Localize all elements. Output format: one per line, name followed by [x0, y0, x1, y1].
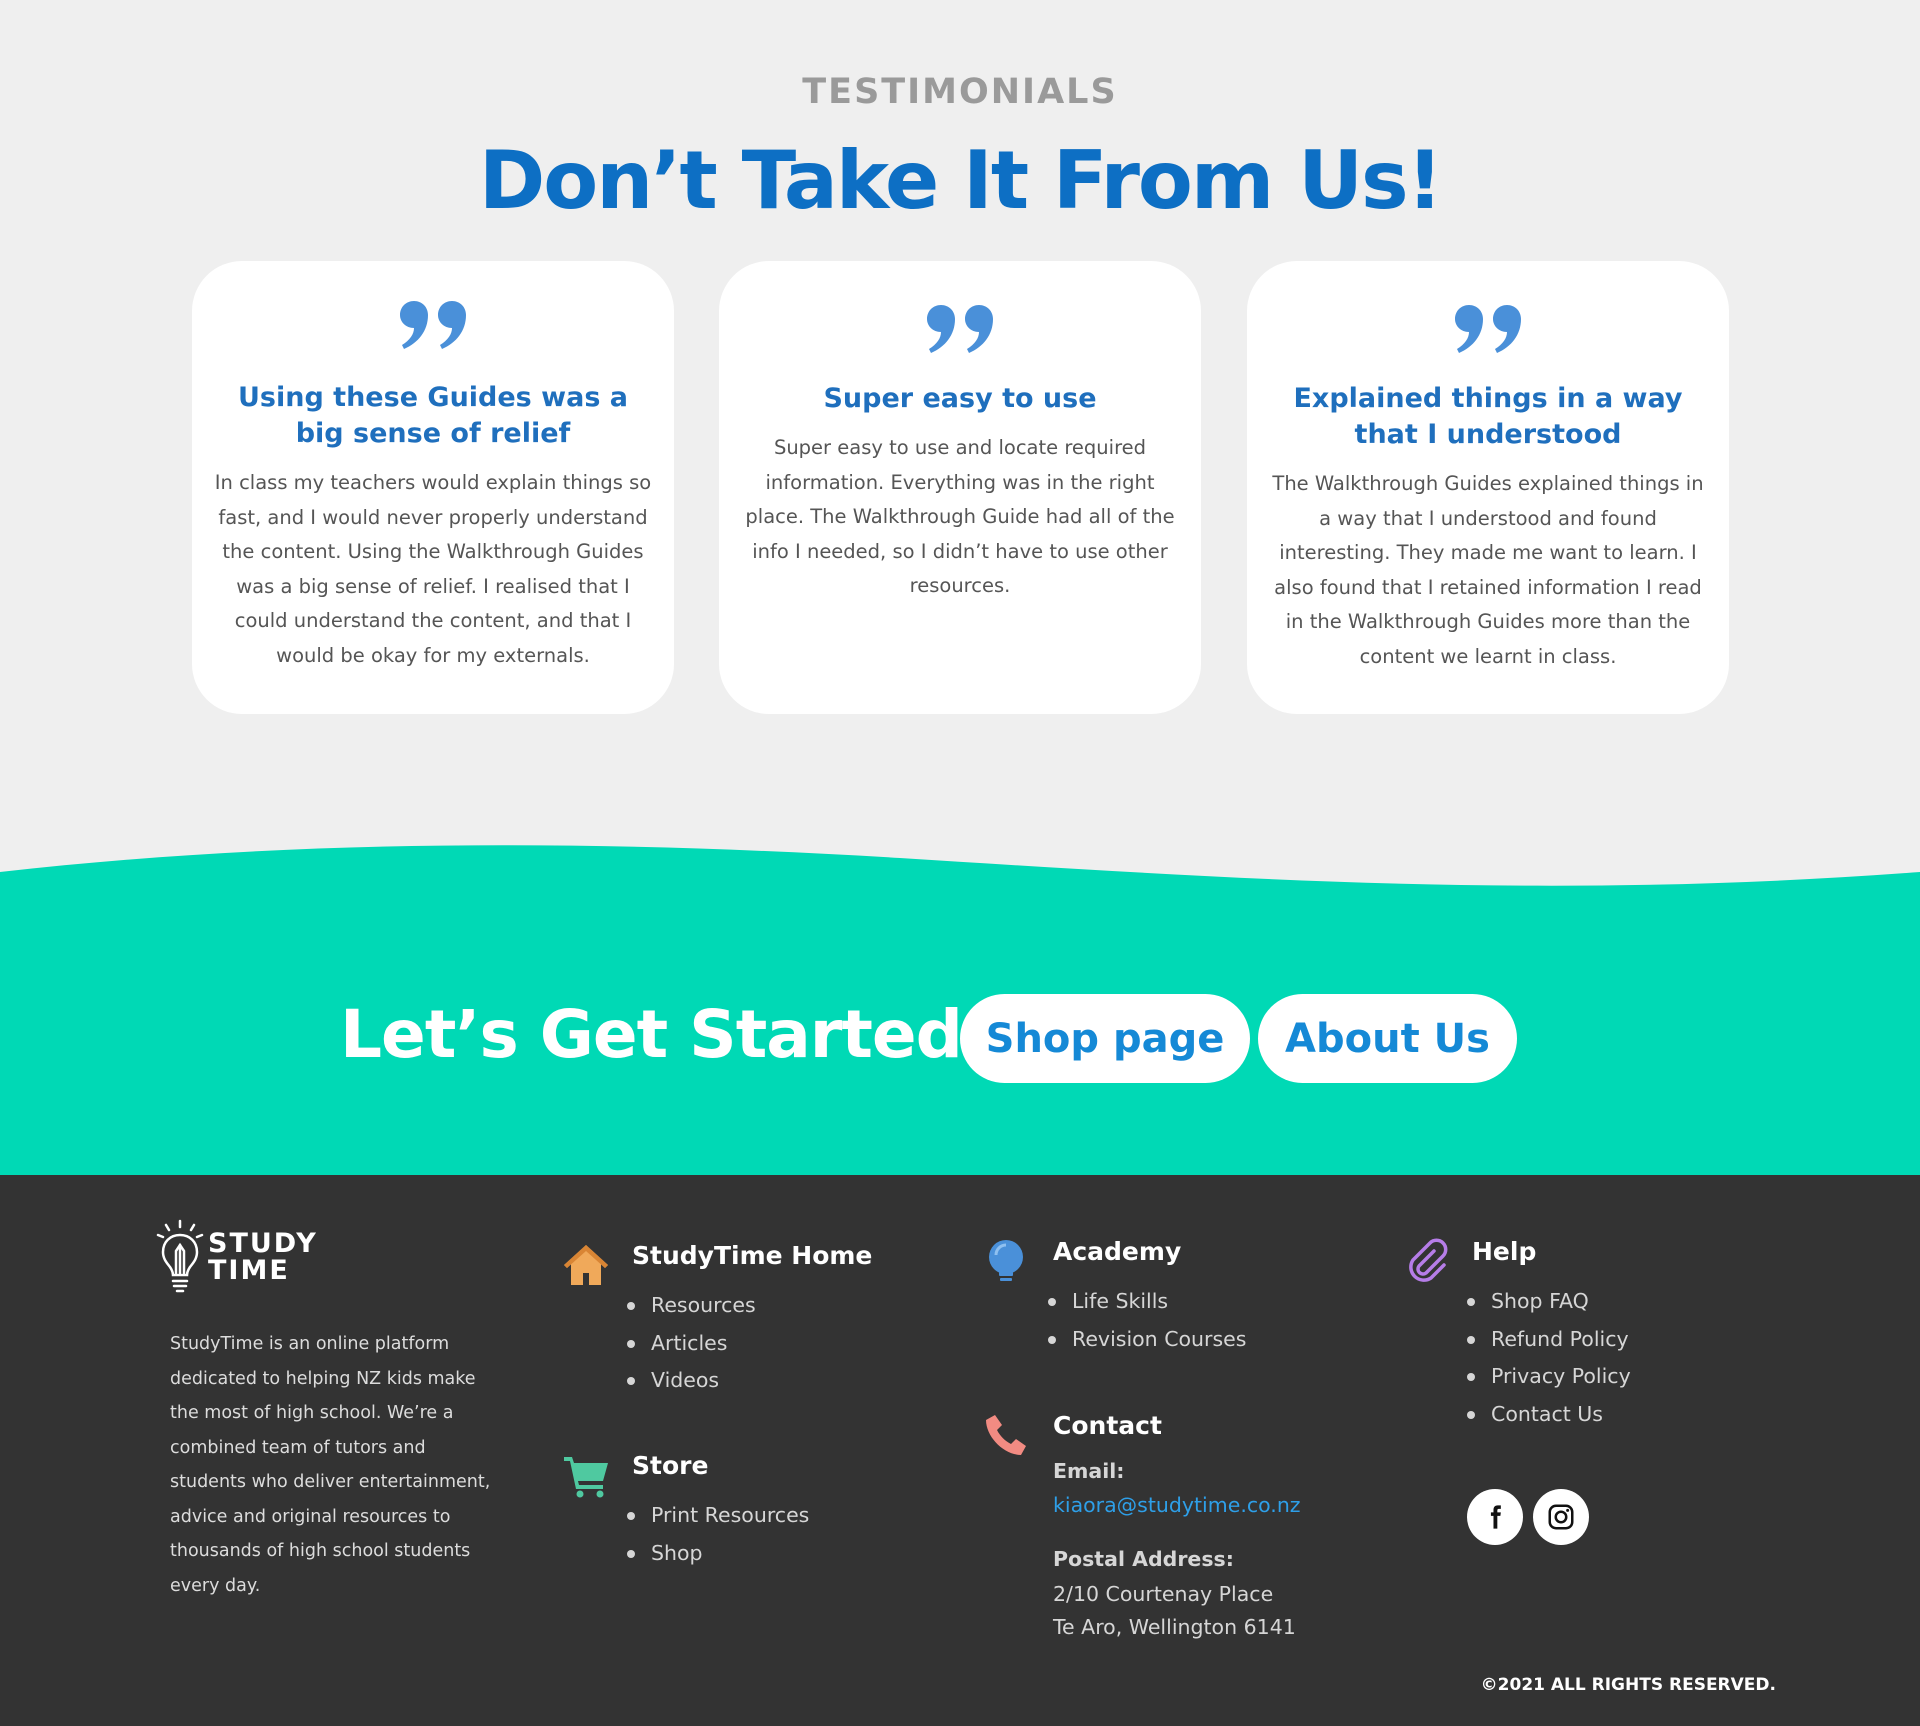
footer-link-contact-us[interactable]: Contact Us	[1467, 1396, 1631, 1434]
about-us-button[interactable]: About Us	[1258, 994, 1517, 1083]
quote-icon	[400, 301, 466, 349]
testimonial-title: Super easy to use	[823, 383, 1097, 414]
logo-line2: TIME	[208, 1255, 290, 1286]
cta-section: Let’s Get Started! Shop page About Us	[0, 900, 1920, 1175]
logo-wordmark: STUDY TIME	[208, 1230, 318, 1284]
help-title: Help	[1472, 1237, 1537, 1266]
testimonial-title: Using these Guides was a big sense of re…	[237, 382, 629, 449]
studytime-logo[interactable]: STUDY TIME	[156, 1219, 318, 1295]
lightbulb-icon	[989, 1240, 1023, 1281]
footer-link-print-resources[interactable]: Print Resources	[627, 1497, 809, 1535]
copyright-text: ©2021 ALL RIGHTS RESERVED.	[1480, 1675, 1776, 1695]
facebook-icon	[1490, 1505, 1501, 1529]
house-icon	[564, 1245, 608, 1285]
help-links: Shop FAQ Refund Policy Privacy Policy Co…	[1467, 1283, 1631, 1433]
store-links: Print Resources Shop	[627, 1497, 809, 1572]
footer-link-life-skills[interactable]: Life Skills	[1048, 1283, 1246, 1321]
site-footer: STUDY TIME StudyTime is an online platfo…	[0, 1175, 1920, 1726]
studytime-home-links: Resources Articles Videos	[627, 1287, 756, 1400]
footer-link-revision-courses[interactable]: Revision Courses	[1048, 1321, 1246, 1359]
testimonial-body: In class my teachers would explain thing…	[214, 471, 652, 667]
testimonial-card: Using these Guides was a big sense of re…	[192, 261, 674, 714]
academy-links: Life Skills Revision Courses	[1048, 1283, 1246, 1358]
postal-address-label: Postal Address:	[1053, 1547, 1234, 1571]
footer-link-privacy-policy[interactable]: Privacy Policy	[1467, 1358, 1631, 1396]
footer-link-videos[interactable]: Videos	[627, 1362, 756, 1400]
facebook-button[interactable]	[1467, 1489, 1523, 1545]
testimonials-section: TESTIMONIALS Don’t Take It From Us! Usin…	[0, 0, 1920, 860]
footer-link-resources[interactable]: Resources	[627, 1287, 756, 1325]
instagram-button[interactable]	[1533, 1489, 1589, 1545]
footer-link-refund-policy[interactable]: Refund Policy	[1467, 1321, 1631, 1359]
store-title: Store	[632, 1451, 709, 1480]
testimonial-title: Explained things in a way that I underst…	[1293, 383, 1683, 450]
testimonial-body: Super easy to use and locate required in…	[745, 436, 1175, 597]
paperclip-icon	[1409, 1238, 1448, 1282]
studytime-home-title: StudyTime Home	[632, 1241, 873, 1270]
footer-link-articles[interactable]: Articles	[627, 1325, 756, 1363]
academy-title: Academy	[1053, 1237, 1182, 1266]
footer-about-text: StudyTime is an online platform dedicate…	[170, 1334, 491, 1596]
quote-icon	[927, 305, 993, 353]
section-eyebrow: TESTIMONIALS	[802, 72, 1118, 112]
shop-page-button[interactable]: Shop page	[960, 994, 1250, 1083]
testimonial-card: Explained things in a way that I underst…	[1247, 261, 1729, 714]
email-link[interactable]: kiaora@studytime.co.nz	[1053, 1493, 1301, 1517]
phone-icon	[986, 1415, 1026, 1455]
footer-link-shop-faq[interactable]: Shop FAQ	[1467, 1283, 1631, 1321]
testimonial-body: The Walkthrough Guides explained things …	[1272, 472, 1704, 668]
lightbulb-logo-icon	[156, 1219, 204, 1293]
contact-title: Contact	[1053, 1411, 1162, 1440]
instagram-icon	[1548, 1504, 1574, 1530]
address-line-2: Te Aro, Wellington 6141	[1053, 1615, 1296, 1639]
quote-icon	[1455, 305, 1521, 353]
footer-link-shop[interactable]: Shop	[627, 1535, 809, 1573]
address-line-1: 2/10 Courtenay Place	[1053, 1582, 1274, 1606]
section-heading: Don’t Take It From Us!	[478, 134, 1443, 227]
testimonial-card: Super easy to use Super easy to use and …	[719, 261, 1201, 714]
email-label: Email:	[1053, 1459, 1125, 1483]
cart-icon	[564, 1457, 608, 1498]
cta-title: Let’s Get Started!	[340, 996, 992, 1073]
